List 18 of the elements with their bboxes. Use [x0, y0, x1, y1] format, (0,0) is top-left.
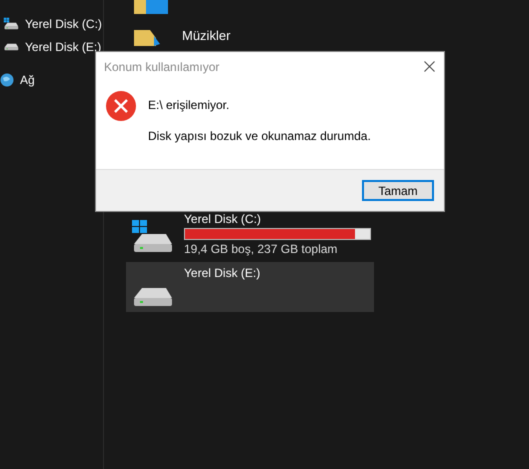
drive-tile[interactable]: Yerel Disk (E:): [126, 262, 374, 312]
folder-icon: [134, 30, 162, 46]
drive-tile[interactable]: Yerel Disk (C:) 19,4 GB boş, 237 GB toplam: [126, 208, 374, 258]
close-icon[interactable]: [424, 61, 435, 72]
globe-icon: [0, 72, 14, 86]
error-heading: E:\ erişilemiyor.: [148, 98, 230, 112]
error-message: Disk yapısı bozuk ve okunamaz durumda.: [148, 129, 371, 143]
ok-button[interactable]: Tamam: [362, 180, 434, 201]
drive-name: Yerel Disk (E:): [184, 266, 260, 280]
sidebar-item[interactable]: Ağ: [20, 72, 35, 86]
folder-name[interactable]: Müzikler: [182, 28, 230, 42]
drive-icon: [3, 42, 19, 50]
sidebar-item[interactable]: Yerel Disk (C:): [25, 16, 102, 30]
dialog-title: Konum kullanılamıyor: [104, 60, 220, 74]
drive-icon: [3, 17, 19, 30]
drive-space-text: 19,4 GB boş, 237 GB toplam: [184, 242, 338, 256]
error-icon: [106, 91, 136, 121]
drive-name: Yerel Disk (C:): [184, 212, 262, 226]
